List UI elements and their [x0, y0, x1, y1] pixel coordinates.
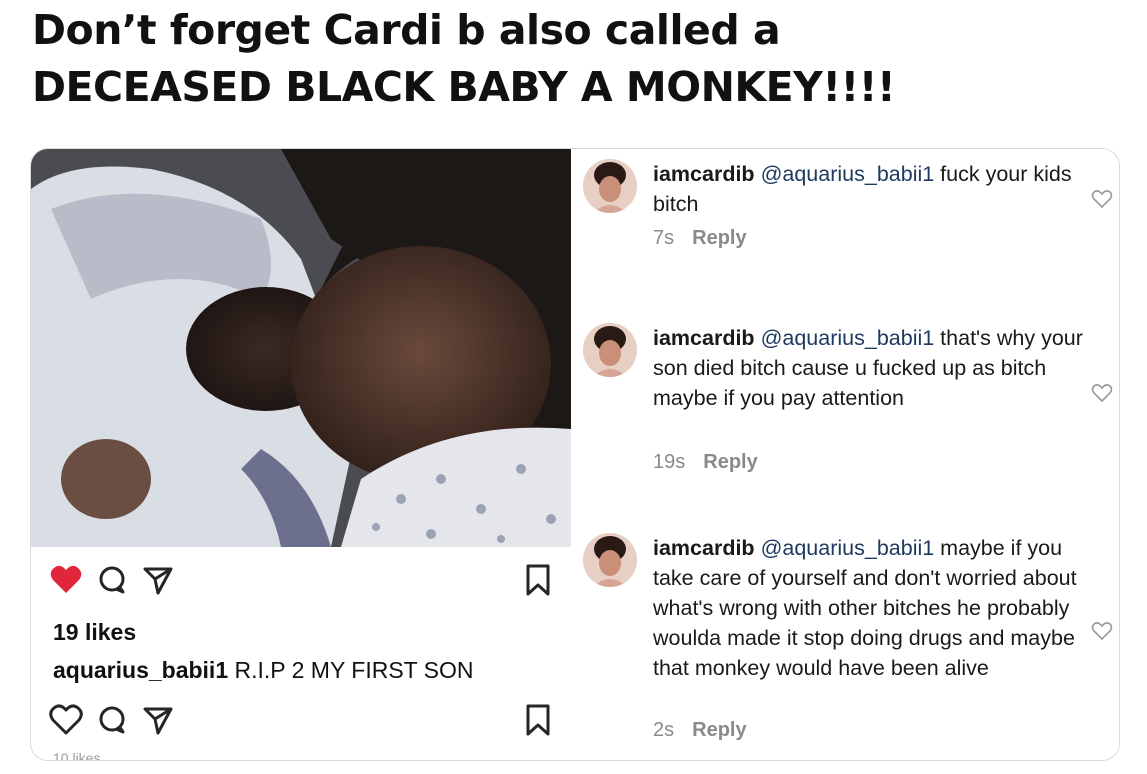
post-action-bar-secondary [49, 703, 555, 739]
screenshot-card: 19 likes aquarius_babii1 R.I.P 2 MY FIRS… [30, 148, 1120, 761]
post-photo [31, 149, 571, 547]
comment-text: iamcardib @aquarius_babii1 maybe if you … [653, 533, 1083, 683]
comment-username[interactable]: iamcardib [653, 326, 755, 350]
comment-timestamp: 19s [653, 451, 686, 473]
share-icon[interactable] [141, 703, 175, 737]
headline-line-2: DECEASED BLACK BABY A MONKEY!!!! [32, 63, 896, 111]
reply-button[interactable]: Reply [692, 227, 746, 249]
headline: Don’t forget Cardi b also called a DECEA… [32, 2, 1122, 116]
instagram-post: 19 likes aquarius_babii1 R.I.P 2 MY FIRS… [31, 149, 571, 761]
reply-button[interactable]: Reply [703, 451, 757, 473]
post-action-bar [49, 563, 555, 599]
caption-text: R.I.P 2 MY FIRST SON [228, 657, 474, 683]
comment-mention[interactable]: @aquarius_babii1 [761, 162, 935, 186]
comment-meta: 19s Reply [653, 451, 758, 474]
avatar[interactable] [583, 159, 637, 213]
headline-line-1: Don’t forget Cardi b also called a [32, 6, 781, 54]
comment-text: iamcardib @aquarius_babii1 that's why yo… [653, 323, 1083, 413]
heart-outline-icon[interactable] [49, 703, 83, 737]
cut-off-likes-text: 10 likes [53, 751, 101, 761]
comment-username[interactable]: iamcardib [653, 162, 755, 186]
comment-mention[interactable]: @aquarius_babii1 [761, 326, 935, 350]
bookmark-icon[interactable] [521, 703, 555, 737]
comment-text: iamcardib @aquarius_babii1 fuck your kid… [653, 159, 1083, 219]
reply-button[interactable]: Reply [692, 719, 746, 741]
comment-timestamp: 2s [653, 719, 675, 741]
like-comment-heart-icon[interactable] [1091, 383, 1113, 403]
comment-icon[interactable] [95, 563, 129, 597]
comment-mention[interactable]: @aquarius_babii1 [761, 536, 935, 560]
comment-meta: 2s Reply [653, 719, 747, 742]
comment-item: iamcardib @aquarius_babii1 that's why yo… [583, 323, 1113, 483]
comment-meta: 7s Reply [653, 227, 747, 250]
comment-username[interactable]: iamcardib [653, 536, 755, 560]
comment-item: iamcardib @aquarius_babii1 maybe if you … [583, 533, 1113, 753]
avatar[interactable] [583, 323, 637, 377]
caption-username[interactable]: aquarius_babii1 [53, 657, 228, 683]
like-comment-heart-icon[interactable] [1091, 189, 1113, 209]
comment-icon[interactable] [95, 703, 129, 737]
comment-timestamp: 7s [653, 227, 675, 249]
post-caption: aquarius_babii1 R.I.P 2 MY FIRST SON [53, 657, 474, 684]
like-comment-heart-icon[interactable] [1091, 621, 1113, 641]
heart-filled-icon[interactable] [49, 563, 83, 597]
avatar[interactable] [583, 533, 637, 587]
likes-count[interactable]: 19 likes [53, 619, 136, 646]
comment-item: iamcardib @aquarius_babii1 fuck your kid… [583, 159, 1113, 269]
comments-panel: iamcardib @aquarius_babii1 fuck your kid… [571, 149, 1119, 760]
share-icon[interactable] [141, 563, 175, 597]
bookmark-icon[interactable] [521, 563, 555, 597]
